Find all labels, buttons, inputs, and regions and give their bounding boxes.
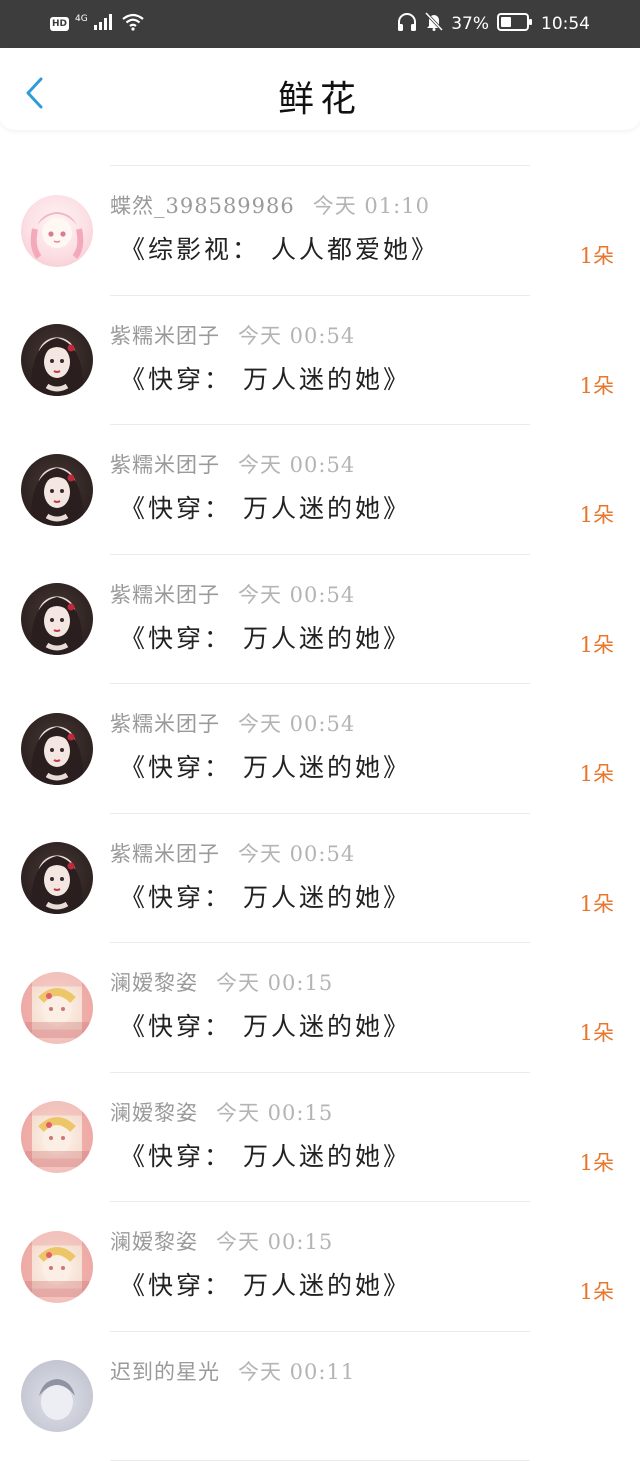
- gift-time: 今天 00:15: [216, 1230, 333, 1254]
- book-title[interactable]: 《快穿： 万人迷的她》: [120, 1266, 411, 1302]
- gift-time: 今天 00:15: [216, 971, 333, 995]
- username-text: 蝶然_398589986: [110, 194, 295, 218]
- flower-count: 1朵: [580, 370, 614, 400]
- user-avatar[interactable]: [21, 713, 93, 785]
- gift-row[interactable]: 澜嫒黎姿今天 00:15 《快穿： 万人迷的她》 1朵: [0, 943, 640, 1073]
- user-avatar[interactable]: [21, 1101, 93, 1173]
- flower-count: 1朵: [580, 1276, 614, 1306]
- book-title[interactable]: 《快穿： 万人迷的她》: [120, 619, 411, 655]
- book-title[interactable]: 《快穿： 万人迷的她》: [120, 489, 411, 525]
- status-right: 37% 10:54: [397, 12, 590, 36]
- flower-count: 1朵: [580, 240, 614, 270]
- battery-icon: [497, 13, 533, 36]
- page-title: 鲜花: [0, 70, 640, 122]
- book-title[interactable]: 《综影视： 人人都爱她》: [120, 230, 439, 266]
- flower-count: 1朵: [580, 888, 614, 918]
- gift-time: 今天 00:54: [238, 453, 355, 477]
- gift-time: 今天 00:11: [238, 1360, 355, 1384]
- gift-time: 今天 00:15: [216, 1101, 333, 1125]
- user-avatar[interactable]: [21, 195, 93, 267]
- user-avatar[interactable]: [21, 1231, 93, 1303]
- user-avatar[interactable]: [21, 842, 93, 914]
- gift-row[interactable]: 澜嫒黎姿今天 00:15 《快穿： 万人迷的她》 1朵: [0, 1202, 640, 1332]
- username: 澜嫒黎姿今天 00:15: [110, 1097, 333, 1127]
- battery-percent: 37%: [451, 14, 489, 34]
- user-avatar[interactable]: [21, 1360, 93, 1432]
- gift-time: 今天 00:54: [238, 712, 355, 736]
- user-avatar[interactable]: [21, 583, 93, 655]
- book-title[interactable]: 《快穿： 万人迷的她》: [120, 748, 411, 784]
- username: 迟到的星光今天 00:11: [110, 1356, 355, 1386]
- username-text: 迟到的星光: [110, 1360, 220, 1384]
- gift-row[interactable]: 紫糯米团子今天 00:54 《快穿： 万人迷的她》 1朵: [0, 425, 640, 555]
- username-text: 紫糯米团子: [110, 583, 220, 607]
- signal-icon: [94, 14, 116, 34]
- gift-time: 今天 00:54: [238, 324, 355, 348]
- username: 紫糯米团子今天 00:54: [110, 838, 355, 868]
- hd-badge: HD: [50, 17, 69, 31]
- user-avatar[interactable]: [21, 972, 93, 1044]
- clock: 10:54: [541, 14, 590, 34]
- flower-count: 1朵: [580, 1147, 614, 1177]
- username-text: 紫糯米团子: [110, 712, 220, 736]
- app-header: 鲜花: [0, 48, 640, 130]
- wifi-icon: [122, 13, 144, 35]
- headphones-icon: [397, 13, 417, 36]
- gift-time: 今天 00:54: [238, 583, 355, 607]
- flower-count: 1朵: [580, 758, 614, 788]
- username: 紫糯米团子今天 00:54: [110, 320, 355, 350]
- user-avatar[interactable]: [21, 454, 93, 526]
- username: 蝶然_398589986 今天 01:10: [110, 190, 430, 220]
- username: 紫糯米团子今天 00:54: [110, 449, 355, 479]
- flower-count: 1朵: [580, 1017, 614, 1047]
- book-title[interactable]: 《快穿： 万人迷的她》: [120, 1137, 411, 1173]
- status-left: HD 4G: [50, 14, 144, 34]
- gift-row[interactable]: 紫糯米团子今天 00:54 《快穿： 万人迷的她》 1朵: [0, 814, 640, 944]
- book-title[interactable]: 《快穿： 万人迷的她》: [120, 1007, 411, 1043]
- username: 澜嫒黎姿今天 00:15: [110, 1226, 333, 1256]
- gift-time: 今天 00:54: [238, 842, 355, 866]
- flower-count: 1朵: [580, 629, 614, 659]
- gift-row[interactable]: 紫糯米团子今天 00:54 《快穿： 万人迷的她》 1朵: [0, 555, 640, 685]
- username-text: 澜嫒黎姿: [110, 1230, 198, 1254]
- username-text: 澜嫒黎姿: [110, 971, 198, 995]
- username: 澜嫒黎姿今天 00:15: [110, 967, 333, 997]
- mute-bell-icon: [425, 12, 443, 36]
- username-text: 紫糯米团子: [110, 324, 220, 348]
- gift-row[interactable]: 迟到的星光今天 00:11: [0, 1332, 640, 1461]
- gift-list: 《综影视： 人人都爱她》1朵蝶然_398589986今天 01:10《综影视： …: [0, 108, 640, 1461]
- gift-row[interactable]: 紫糯米团子今天 00:54 《快穿： 万人迷的她》 1朵: [0, 296, 640, 426]
- gift-row[interactable]: 紫糯米团子今天 00:54 《快穿： 万人迷的她》 1朵: [0, 684, 640, 814]
- gift-time: 今天 01:10: [313, 194, 430, 218]
- username-text: 紫糯米团子: [110, 842, 220, 866]
- status-bar: HD 4G 37% 10:54: [0, 0, 640, 48]
- network-type: 4G: [75, 14, 88, 24]
- book-title[interactable]: 《快穿： 万人迷的她》: [120, 360, 411, 396]
- username: 紫糯米团子今天 00:54: [110, 708, 355, 738]
- gift-row[interactable]: 蝶然_398589986 今天 01:10 《综影视： 人人都爱她》 1朵: [0, 166, 640, 296]
- username-text: 澜嫒黎姿: [110, 1101, 198, 1125]
- username-text: 紫糯米团子: [110, 453, 220, 477]
- book-title[interactable]: 《快穿： 万人迷的她》: [120, 878, 411, 914]
- flower-count: 1朵: [580, 499, 614, 529]
- user-avatar[interactable]: [21, 324, 93, 396]
- username: 紫糯米团子今天 00:54: [110, 579, 355, 609]
- gift-row[interactable]: 澜嫒黎姿今天 00:15 《快穿： 万人迷的她》 1朵: [0, 1073, 640, 1203]
